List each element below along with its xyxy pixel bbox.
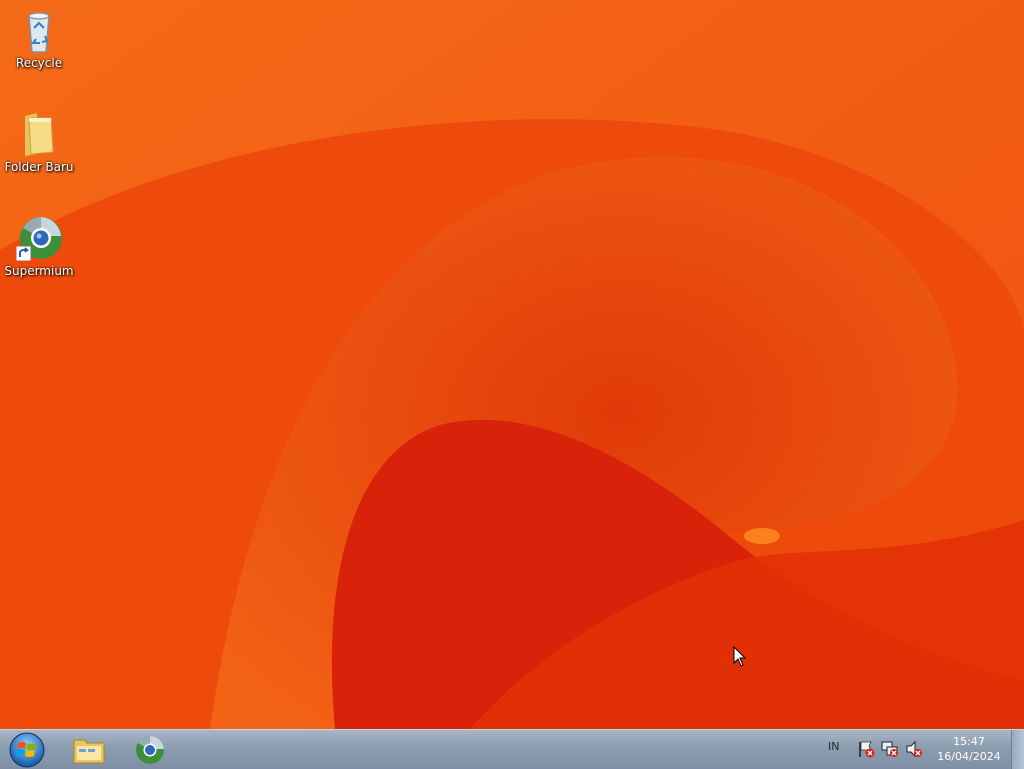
recycle-bin-icon bbox=[28, 12, 50, 53]
network-disconnected-icon[interactable] bbox=[881, 740, 899, 758]
desktop-icon-label: Folder Baru bbox=[4, 160, 74, 174]
clock-time: 15:47 bbox=[953, 735, 985, 748]
windows-start-orb-icon[interactable] bbox=[6, 731, 48, 769]
language-indicator[interactable]: IN bbox=[828, 740, 839, 753]
desktop-icon-label: Supermium bbox=[4, 264, 74, 278]
mouse-pointer-icon bbox=[733, 646, 747, 667]
supermium-browser-icon bbox=[136, 735, 164, 764]
desktop-icon-recycle[interactable]: Recycle bbox=[2, 6, 76, 70]
shortcut-arrow-icon bbox=[16, 246, 31, 261]
clock-date: 16/04/2024 bbox=[937, 750, 1001, 763]
desktop-icon-label: Recycle bbox=[15, 56, 63, 70]
desktop-icon-folder-baru[interactable]: Folder Baru bbox=[2, 110, 76, 174]
action-center-flag-icon[interactable] bbox=[857, 740, 875, 758]
taskbar-file-explorer-button[interactable] bbox=[63, 732, 115, 768]
folder-icon bbox=[25, 113, 54, 156]
volume-muted-icon[interactable] bbox=[905, 740, 923, 758]
desktop-icon-supermium[interactable]: Supermium bbox=[2, 214, 76, 278]
file-explorer-icon bbox=[73, 739, 105, 764]
taskbar: IN 15:47 16/04/2024 bbox=[0, 729, 1024, 769]
desktop-wallpaper bbox=[0, 0, 1024, 729]
taskbar-supermium-button[interactable] bbox=[125, 732, 177, 768]
show-desktop-button[interactable] bbox=[1011, 730, 1024, 769]
system-clock[interactable]: 15:47 16/04/2024 bbox=[934, 734, 1004, 764]
